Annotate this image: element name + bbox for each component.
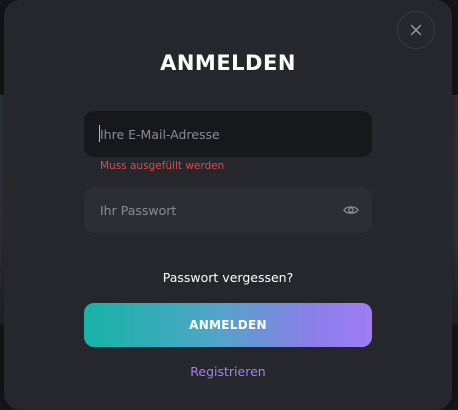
- close-button[interactable]: [397, 11, 435, 49]
- register-link[interactable]: Registrieren: [4, 364, 452, 379]
- login-modal: ANMELDEN Muss ausgefüllt werden Passwort…: [4, 0, 452, 410]
- eye-icon[interactable]: [343, 203, 359, 217]
- close-icon: [410, 24, 422, 36]
- modal-title: ANMELDEN: [160, 51, 296, 75]
- password-input[interactable]: [84, 187, 372, 233]
- login-submit-button[interactable]: ANMELDEN: [84, 303, 372, 347]
- email-input[interactable]: [84, 111, 372, 157]
- forgot-password-link[interactable]: Passwort vergessen?: [4, 270, 452, 285]
- email-field[interactable]: [84, 111, 372, 157]
- text-caret: [99, 125, 100, 142]
- email-error-message: Muss ausgefüllt werden: [100, 160, 225, 172]
- password-field[interactable]: [84, 187, 372, 233]
